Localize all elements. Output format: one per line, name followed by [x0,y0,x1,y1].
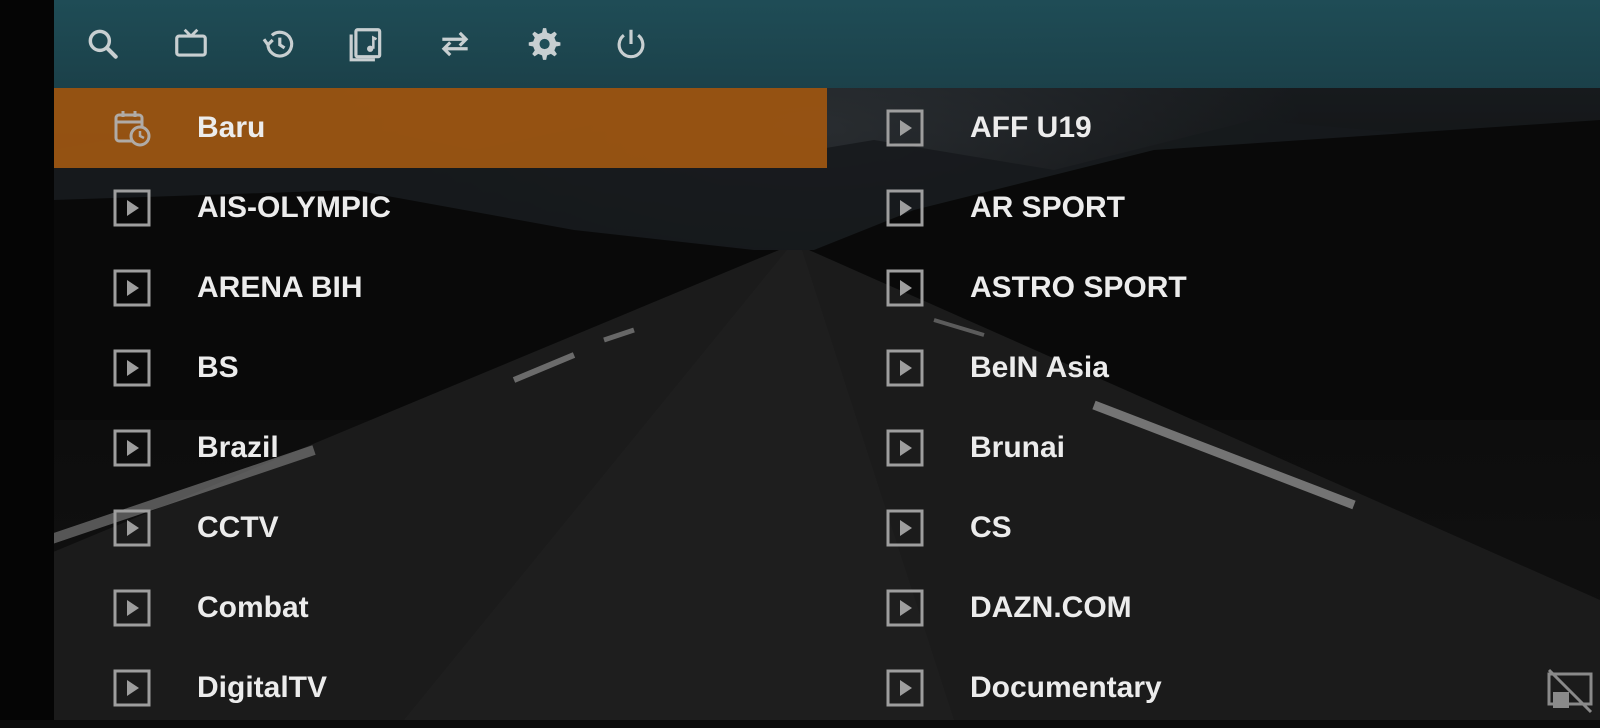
category-item-dazn-com[interactable]: DAZN.COM [827,568,1527,648]
category-item-baru[interactable]: Baru [54,88,754,168]
category-label: Documentary [970,671,1162,704]
category-item-cctv[interactable]: CCTV [54,488,754,568]
power-icon[interactable] [609,22,653,66]
play-icon [112,668,152,708]
category-label: AFF U19 [970,111,1092,144]
history-icon[interactable] [257,22,301,66]
category-item-documentary[interactable]: Documentary [827,648,1527,728]
category-label: BS [197,351,239,384]
category-item-cs[interactable]: CS [827,488,1527,568]
category-label: Brunai [970,431,1066,464]
category-label: Baru [197,111,266,144]
category-item-bs[interactable]: BS [54,328,754,408]
category-label: ARENA BIH [197,271,363,304]
category-item-ais-olympic[interactable]: AIS-OLYMPIC [54,168,754,248]
category-item-astro-sport[interactable]: ASTRO SPORT [827,248,1527,328]
category-item-digitaltv[interactable]: DigitalTV [54,648,754,728]
play-icon [112,508,152,548]
category-label: DAZN.COM [970,591,1132,624]
play-icon [885,188,925,228]
category-label: DigitalTV [197,671,328,704]
tv-icon[interactable] [169,22,213,66]
play-icon [112,188,152,228]
play-icon [112,428,152,468]
picture-in-picture-off-icon[interactable] [1545,666,1595,716]
calendar-clock-icon [112,108,152,148]
category-item-ar-sport[interactable]: AR SPORT [827,168,1527,248]
category-label: AIS-OLYMPIC [197,191,391,224]
search-icon[interactable] [81,22,125,66]
play-icon [885,508,925,548]
category-label: AR SPORT [970,191,1126,224]
swap-icon[interactable] [433,22,477,66]
category-item-bein-asia[interactable]: BeIN Asia [827,328,1527,408]
category-item-combat[interactable]: Combat [54,568,754,648]
play-icon [885,268,925,308]
category-item-arena-bih[interactable]: ARENA BIH [54,248,754,328]
play-icon [885,428,925,468]
category-label: ASTRO SPORT [970,271,1187,304]
play-icon [885,108,925,148]
category-label: BeIN Asia [970,351,1109,384]
category-item-brazil[interactable]: Brazil [54,408,754,488]
category-label: CCTV [197,511,279,544]
category-item-aff-u19[interactable]: AFF U19 [827,88,1527,168]
play-icon [885,588,925,628]
play-icon [112,268,152,308]
top-toolbar [54,0,1600,88]
play-icon [112,588,152,628]
settings-icon[interactable] [521,22,565,66]
play-icon [885,348,925,388]
media-library-icon[interactable] [345,22,389,66]
category-label: CS [970,511,1012,544]
category-label: Combat [197,591,309,624]
left-edge-strip [0,0,54,720]
play-icon [112,348,152,388]
category-label: Brazil [197,431,279,464]
play-icon [885,668,925,708]
category-item-brunai[interactable]: Brunai [827,408,1527,488]
